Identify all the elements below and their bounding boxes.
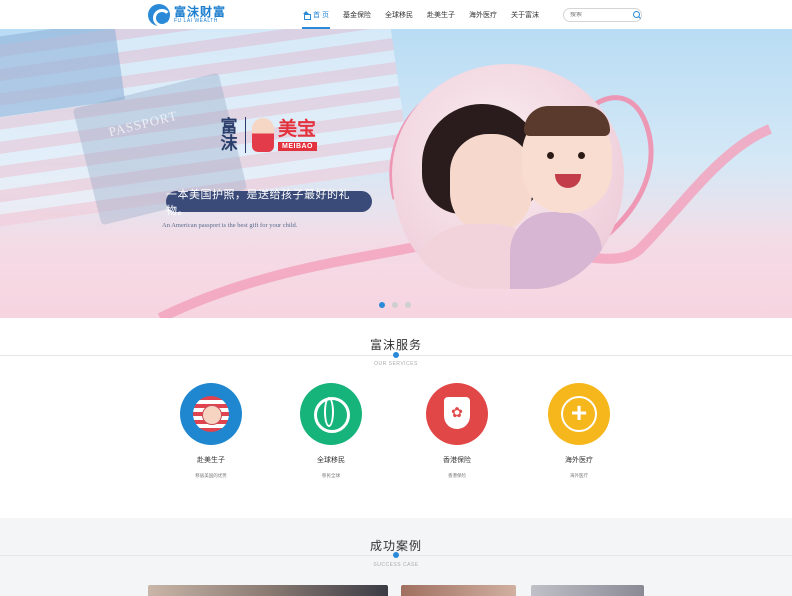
service-description: 移民全球: [322, 473, 340, 478]
banner-slogan: 一本美国护照，是送给孩子最好的礼物。: [166, 189, 372, 217]
brand-divider: [245, 117, 246, 153]
globe-icon: [300, 383, 362, 445]
carousel-dot-3[interactable]: [405, 302, 411, 308]
nav-item-fund-insurance[interactable]: 基金保险: [336, 0, 378, 29]
carousel-dots: [379, 302, 418, 308]
nav-label: 基金保险: [342, 11, 371, 19]
services-title: 富沫服务: [369, 338, 422, 352]
main-nav: 首 页 基金保险 全球移民 赴美生子 海外医疗 关于富沫: [296, 0, 546, 29]
nav-item-us-birth[interactable]: 赴美生子: [420, 0, 462, 29]
banner-slogan-english: An American passport is the best gift fo…: [162, 222, 298, 229]
section-divider-dot: [393, 552, 399, 558]
site-header: 富沫财富 FU LAI WEALTH 首 页 基金保险 全球移民 赴美生子 海外…: [0, 0, 792, 29]
search-icon[interactable]: [632, 10, 641, 20]
home-icon: [303, 10, 311, 20]
service-name: 香港保险: [443, 457, 471, 464]
case-photo[interactable]: [401, 585, 516, 596]
section-divider-dot: [393, 352, 399, 358]
hong-kong-shield-icon: [426, 383, 488, 445]
search-box: [563, 8, 642, 22]
logo-name: 富沫财富: [174, 5, 227, 19]
service-description: 海外医疗: [570, 473, 588, 478]
service-description: 香港保险: [448, 473, 466, 478]
service-description: 移居美国的优势: [195, 473, 227, 478]
case-photo[interactable]: [148, 585, 388, 596]
nav-item-overseas-medical[interactable]: 海外医疗: [462, 0, 504, 29]
service-name: 全球移民: [317, 457, 345, 464]
nav-label: 全球移民: [384, 11, 413, 19]
nav-item-global-immigration[interactable]: 全球移民: [378, 0, 420, 29]
nav-item-about[interactable]: 关于富沫: [504, 0, 546, 29]
brand-meibao-en: MEIBAO: [278, 141, 317, 151]
nav-item-home[interactable]: 首 页: [296, 0, 336, 29]
service-card-global-immigration[interactable]: 全球移民 移民全球: [266, 383, 396, 480]
mother-baby-photo: [392, 64, 624, 289]
nav-label: 首 页: [313, 11, 329, 19]
brand-fulai: 富沫: [220, 117, 238, 153]
service-card-overseas-medical[interactable]: 海外医疗 海外医疗: [514, 383, 644, 480]
carousel-dot-2[interactable]: [392, 302, 398, 308]
service-name: 海外医疗: [565, 457, 593, 464]
brand-meibao-cn: 美宝: [278, 118, 317, 140]
brand-lockup: 富沫 美宝 MEIBAO: [219, 117, 317, 153]
service-card-hong-kong-insurance[interactable]: 香港保险 香港保险: [392, 383, 522, 480]
logo-english-name: FU LAI WEALTH: [174, 18, 218, 24]
medical-cross-icon: [548, 383, 610, 445]
logo-icon: [148, 4, 171, 27]
nav-label: 关于富沫: [510, 11, 539, 19]
services-subtitle: OUR SERVICES: [374, 361, 418, 367]
service-card-us-birth[interactable]: 赴美生子 移居美国的优势: [146, 383, 276, 480]
hero-banner[interactable]: PASSPORT 富沫 美宝 MEIBAO 一本美国护照，是送给孩子最好的礼物。…: [0, 29, 792, 318]
meibao-mascot-icon: [252, 118, 274, 152]
carousel-dot-1[interactable]: [379, 302, 385, 308]
nav-label: 赴美生子: [426, 11, 455, 19]
service-name: 赴美生子: [197, 457, 225, 464]
cases-subtitle: SUCCESS CASE: [373, 562, 419, 568]
nav-label: 海外医疗: [468, 11, 497, 19]
us-flag-baby-icon: [180, 383, 242, 445]
search-input[interactable]: [570, 12, 630, 18]
logo[interactable]: 富沫财富 FU LAI WEALTH: [148, 4, 227, 27]
case-photo[interactable]: [531, 585, 644, 596]
